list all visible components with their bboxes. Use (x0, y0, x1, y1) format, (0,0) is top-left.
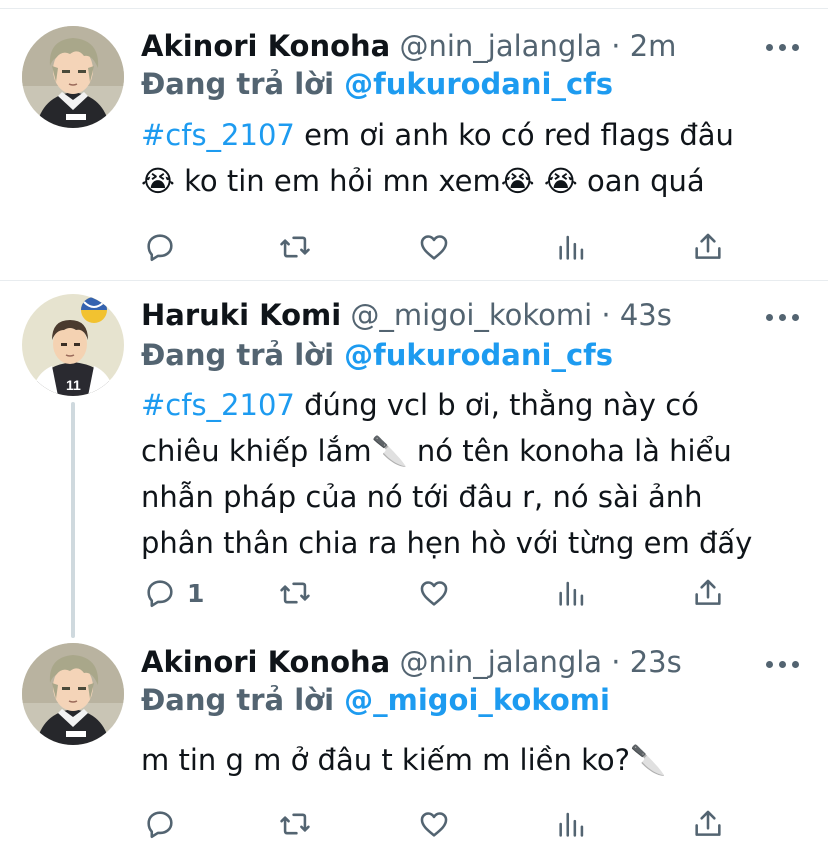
timestamp[interactable]: 23s (630, 645, 682, 679)
avatar-komi[interactable]: 11 (22, 294, 124, 396)
retweet-button[interactable] (277, 227, 313, 267)
analytics-button[interactable] (555, 227, 589, 267)
user-handle[interactable]: @nin_jalangla (399, 645, 602, 679)
separator-dot: · (611, 29, 621, 63)
analytics-icon (559, 581, 584, 606)
user-handle[interactable]: @nin_jalangla (399, 29, 602, 63)
analytics-button[interactable] (555, 804, 589, 844)
replying-to: Đang trả lời @fukurodani_cfs (141, 336, 613, 374)
like-button[interactable] (417, 804, 451, 844)
share-icon (695, 579, 721, 605)
timestamp[interactable]: 43s (620, 298, 672, 332)
share-icon (695, 810, 721, 836)
reply-button[interactable] (143, 804, 187, 844)
more-icon[interactable] (766, 41, 800, 53)
hashtag[interactable]: #cfs_2107 (141, 388, 295, 422)
svg-text:11: 11 (66, 377, 81, 393)
avatar-konoha[interactable] (22, 643, 124, 745)
tweet-text-line: 😭 ko tin em hỏi mn xem😭 😭 oan quá (141, 164, 705, 198)
reply-count: 1 (187, 578, 205, 608)
separator-dot: · (601, 298, 611, 332)
share-button[interactable] (691, 227, 725, 267)
reply-prefix: Đang trả lời (141, 67, 335, 101)
tweet-text-line: nhẫn pháp của nó tới đâu r, nó sài ảnh (141, 480, 703, 514)
user-handle[interactable]: @_migoi_kokomi (350, 298, 592, 332)
display-name[interactable]: Akinori Konoha (141, 29, 390, 63)
retweet-button[interactable] (277, 573, 313, 613)
reply-icon (147, 234, 173, 262)
tweet-text-line: phân thân chia ra hẹn hò với từng em đấy (141, 526, 753, 560)
reply-button[interactable] (143, 227, 187, 267)
display-name[interactable]: Akinori Konoha (141, 645, 390, 679)
reply-icon (147, 811, 173, 839)
analytics-button[interactable] (555, 573, 589, 613)
reply-prefix: Đang trả lời (141, 338, 335, 372)
tweet-text-line: em ơi anh ko có red flags đâu (294, 118, 734, 152)
avatar-konoha[interactable] (22, 26, 124, 128)
tweet-header: Akinori Konoha @nin_jalangla · 2m (141, 27, 676, 65)
like-button[interactable] (417, 573, 451, 613)
hashtag[interactable]: #cfs_2107 (141, 118, 295, 152)
replying-to: Đang trả lời @_migoi_kokomi (141, 681, 610, 719)
tweet-text-line: chiêu khiếp lắm🔪 nó tên konoha là hiểu (141, 434, 732, 468)
timestamp[interactable]: 2m (630, 29, 677, 63)
heart-icon (420, 581, 448, 606)
retweet-icon (280, 813, 310, 835)
replying-to: Đang trả lời @fukurodani_cfs (141, 65, 613, 103)
share-button[interactable] (691, 573, 725, 613)
reply-mention[interactable]: @fukurodani_cfs (344, 338, 613, 372)
reply-prefix: Đang trả lời (141, 683, 335, 717)
analytics-icon (559, 235, 584, 260)
tweet-actions (141, 227, 741, 267)
share-icon (695, 233, 721, 259)
tweet-actions (141, 804, 741, 844)
tweet-text: #cfs_2107 đúng vcl b ơi, thằng này có ch… (141, 382, 791, 566)
tweet-text: m tin g m ở đâu t kiếm m liền ko?🔪 (141, 737, 791, 783)
tweet-divider (0, 280, 828, 281)
reply-mention[interactable]: @fukurodani_cfs (344, 67, 613, 101)
heart-icon (420, 812, 448, 837)
retweet-button[interactable] (277, 804, 313, 844)
reply-icon (147, 580, 173, 608)
retweet-icon (280, 236, 310, 258)
display-name[interactable]: Haruki Komi (141, 298, 341, 332)
tweet-actions: 1 (141, 573, 741, 613)
tweet-header: Akinori Konoha @nin_jalangla · 23s (141, 643, 682, 681)
tweet-header: Haruki Komi @_migoi_kokomi · 43s (141, 296, 672, 334)
reply-mention[interactable]: @_migoi_kokomi (344, 683, 610, 717)
separator-dot: · (611, 645, 621, 679)
reply-button[interactable]: 1 (143, 573, 204, 613)
retweet-icon (280, 582, 310, 604)
share-button[interactable] (691, 804, 725, 844)
like-button[interactable] (417, 227, 451, 267)
thread-connector (71, 402, 75, 638)
tweet-text: #cfs_2107 em ơi anh ko có red flags đâu … (141, 112, 791, 204)
tweet-text-line: đúng vcl b ơi, thằng này có (294, 388, 699, 422)
more-icon[interactable] (766, 311, 800, 323)
more-icon[interactable] (766, 658, 800, 670)
heart-icon (420, 235, 448, 260)
tweet-text-line: m tin g m ở đâu t kiếm m liền ko?🔪 (141, 743, 667, 777)
top-divider (0, 8, 828, 9)
analytics-icon (559, 812, 584, 837)
